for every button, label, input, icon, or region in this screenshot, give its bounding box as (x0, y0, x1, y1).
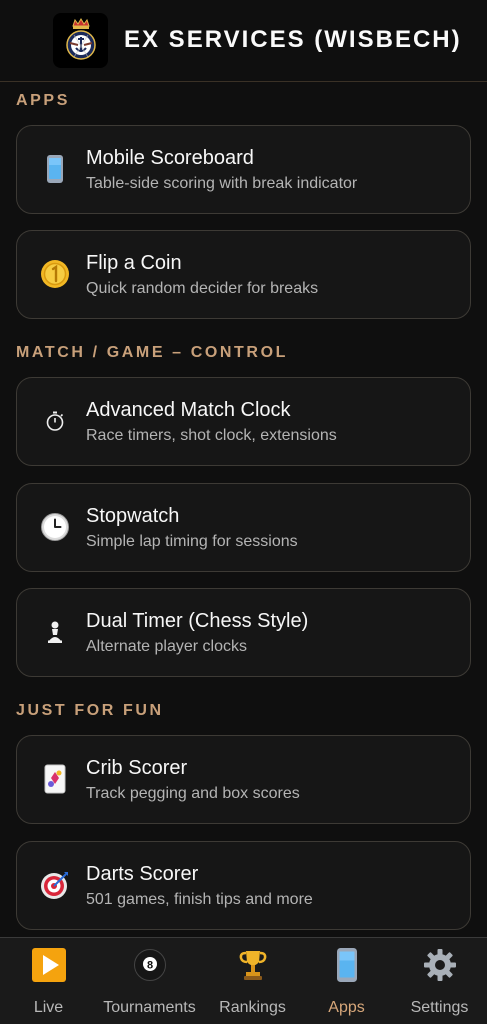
nav-label-apps: Apps (328, 999, 365, 1016)
app-card-mobile-scoreboard[interactable]: Mobile Scoreboard Table-side scoring wit… (16, 125, 471, 214)
card-title: Darts Scorer (86, 863, 199, 885)
apps-list[interactable]: APPS Mobile Scoreboard Table-side scorin… (0, 83, 487, 937)
dartboard-icon (39, 869, 71, 901)
section-title-apps: APPS (16, 92, 70, 109)
app-card-flip-a-coin[interactable]: Flip a Coin Quick random decider for bre… (16, 230, 471, 319)
stopwatch-icon (39, 405, 71, 437)
gear-icon (421, 946, 459, 984)
card-subtitle: Track pegging and box scores (86, 785, 300, 802)
svg-text:8: 8 (146, 960, 152, 972)
nav-item-rankings[interactable]: Rankings (204, 938, 301, 1024)
nav-item-apps[interactable]: Apps (298, 938, 395, 1024)
nav-label-tournaments: Tournaments (103, 999, 196, 1016)
card-subtitle: Quick random decider for breaks (86, 280, 319, 297)
app-card-crib-scorer[interactable]: Crib Scorer Track pegging and box scores (16, 735, 471, 824)
bottom-navigation: Live 8 Tournaments Rankings Apps Setting… (0, 937, 487, 1024)
card-title: Crib Scorer (86, 757, 188, 779)
card-title: Flip a Coin (86, 252, 182, 274)
app-card-dual-timer[interactable]: Dual Timer (Chess Style) Alternate playe… (16, 588, 471, 677)
pool-8-ball-icon: 8 (131, 946, 169, 984)
mobile-phone-icon (39, 153, 71, 185)
nav-item-live[interactable]: Live (0, 938, 97, 1024)
card-title: Advanced Match Clock (86, 399, 291, 421)
section-title-match-control: MATCH / GAME – CONTROL (16, 344, 289, 361)
mobile-phone-icon (328, 946, 366, 984)
app-card-advanced-match-clock[interactable]: Advanced Match Clock Race timers, shot c… (16, 377, 471, 466)
nav-label-live: Live (33, 999, 64, 1016)
card-subtitle: Race timers, shot clock, extensions (86, 427, 337, 444)
nav-label-settings: Settings (410, 999, 469, 1016)
app-card-darts-scorer[interactable]: Darts Scorer 501 games, finish tips and … (16, 841, 471, 930)
app-card-stopwatch[interactable]: Stopwatch Simple lap timing for sessions (16, 483, 471, 572)
club-crest-logo (53, 13, 108, 68)
app-screen: EX SERVICES (WISBECH) APPS Mobile Scoreb… (0, 0, 487, 1024)
coin-icon (39, 258, 71, 290)
trophy-icon (234, 946, 272, 984)
play-button-icon (30, 946, 68, 984)
nav-item-settings[interactable]: Settings (391, 938, 487, 1024)
card-subtitle: Table-side scoring with break indicator (86, 175, 358, 192)
card-title: Dual Timer (Chess Style) (86, 610, 309, 632)
playing-card-icon (39, 763, 71, 795)
card-title: Mobile Scoreboard (86, 147, 254, 169)
card-subtitle: Alternate player clocks (86, 638, 247, 655)
card-title: Stopwatch (86, 505, 180, 527)
card-subtitle: 501 games, finish tips and more (86, 891, 313, 908)
section-title-just-for-fun: JUST FOR FUN (16, 702, 164, 719)
clock-icon (39, 511, 71, 543)
nav-item-tournaments[interactable]: 8 Tournaments (101, 938, 198, 1024)
card-subtitle: Simple lap timing for sessions (86, 533, 298, 550)
chess-pawn-icon (39, 616, 71, 648)
app-header: EX SERVICES (WISBECH) (0, 0, 487, 82)
app-title: EX SERVICES (WISBECH) (124, 26, 462, 53)
nav-label-rankings: Rankings (219, 999, 286, 1016)
